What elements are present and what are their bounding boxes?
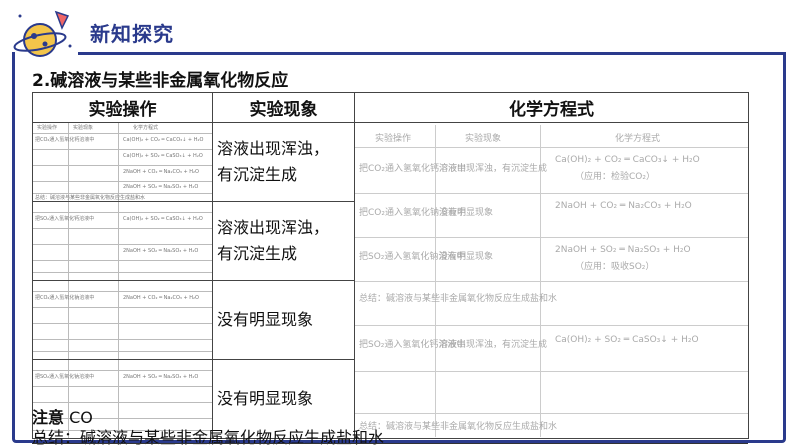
observation-line: 没有明显现象	[217, 310, 314, 329]
eq-thumb-use-1: （应用：检验CO₂）	[575, 171, 655, 182]
planet-rocket-icon	[13, 10, 72, 57]
thumb-eq-1: Ca(OH)₂ + CO₂ ═ CaCO₃↓ + H₂O	[123, 137, 204, 143]
eq-thumb-obs-2: 溶液出现浑浊，有沉淀生成	[439, 339, 548, 350]
header-divider	[78, 52, 783, 55]
eq-thumb-summary: 总结：碱溶液与某些非金属氧化物反应生成盐和水	[359, 293, 558, 304]
table-header-row: 实验操作 实验现象 化学方程式	[32, 92, 749, 123]
observation-line: 有沉淀生成	[217, 244, 298, 263]
thumb-eq-4: 2NaOH + SO₂ ═ Na₂SO₃ + H₂O	[123, 184, 199, 190]
eq-thumb-eq-3: 2NaOH + CO₂ ═ Na₂CO₃ + H₂O	[555, 200, 692, 211]
summary-underline	[32, 443, 748, 444]
thumb-eq-2: Ca(OH)₂ + SO₂ ═ CaSO₃↓ + H₂O	[123, 153, 203, 159]
eq-thumb-obs-4: 没有明显现象	[439, 251, 494, 262]
operation-thumbnail-cell: 把CO₂通入氢氧化钠溶液中 2NaOH + CO₂ ═ Na₂CO₃ + H₂O	[32, 280, 213, 360]
header-observation: 实验现象	[212, 92, 355, 123]
thumb-eq-4: 2NaOH + SO₂ ═ Na₂SO₃ + H₂O	[123, 248, 199, 254]
thumb-eq-3: 2NaOH + CO₂ ═ Na₂CO₃ + H₂O	[123, 169, 199, 175]
thumb-eq-2: Ca(OH)₂ + SO₂ ═ CaSO₃↓ + H₂O	[123, 216, 203, 222]
observation-line: 没有明显现象	[217, 389, 314, 408]
reaction-table: 实验操作 实验现象 化学方程式 实验操作 实验现象 化学方程式 把CO₂通入氢氧…	[32, 92, 749, 439]
eq-thumb-eq-4: 2NaOH + SO₂ ═ Na₂SO₃ + H₂O	[555, 244, 691, 255]
thumbnail-table: 把SO₂通入氢氧化钙溶液中 Ca(OH)₂ + SO₂ ═ CaSO₃↓ + H…	[33, 202, 212, 280]
thumb-op-3: 把CO₂通入氢氧化钠溶液中	[35, 295, 95, 301]
eq-thumb-eq-1: Ca(OH)₂ + CO₂ ═ CaCO₃↓ + H₂O	[555, 154, 700, 165]
eq-thumb-eq-2: Ca(OH)₂ + SO₂ ═ CaSO₃↓ + H₂O	[555, 334, 699, 345]
eq-thumb-summary-2: 总结：碱溶液与某些非金属氧化物反应生成盐和水	[359, 421, 558, 432]
operation-thumbnail-cell: 实验操作 实验现象 化学方程式 把CO₂通入氢氧化钙溶液中 Ca(OH)₂ + …	[32, 122, 213, 202]
observation-line: 有沉淀生成	[217, 165, 298, 184]
operation-thumbnail-cell: 把SO₂通入氢氧化钙溶液中 Ca(OH)₂ + SO₂ ═ CaSO₃↓ + H…	[32, 201, 213, 281]
eq-thumb-header-eq: 化学方程式	[615, 133, 661, 144]
table-row: 实验操作 实验现象 化学方程式 把CO₂通入氢氧化钙溶液中 Ca(OH)₂ + …	[32, 122, 749, 439]
observation-cell: 溶液出现浑浊， 有沉淀生成	[212, 122, 355, 202]
thumb-op-2: 把SO₂通入氢氧化钙溶液中	[35, 216, 95, 222]
thumb-header-equation: 化学方程式	[133, 125, 159, 131]
observation-cell: 没有明显现象	[212, 280, 355, 360]
section-title: 2.碱溶液与某些非金属氧化物反应	[32, 71, 289, 91]
eq-thumb-obs-3: 没有明显现象	[439, 207, 494, 218]
observation-cell: 溶液出现浑浊， 有沉淀生成	[212, 201, 355, 281]
eq-thumb-obs-1: 溶液出现浑浊，有沉淀生成	[439, 163, 548, 174]
thumb-header-operation: 实验操作	[37, 125, 58, 131]
thumb-op-4: 把SO₂通入氢氧化钠溶液中	[35, 374, 95, 380]
observation-line: 溶液出现浑浊，	[217, 218, 330, 237]
thumbnail-table: 把CO₂通入氢氧化钠溶液中 2NaOH + CO₂ ═ Na₂CO₃ + H₂O	[33, 281, 212, 359]
header-equation: 化学方程式	[354, 92, 749, 123]
eq-thumb-header-obs: 实验现象	[465, 133, 502, 144]
observation-line: 溶液出现浑浊，	[217, 139, 330, 158]
equation-thumbnail-cell: 实验操作 实验现象 化学方程式 把CO₂通入氢氧化钙溶液中 溶液出现浑浊，有沉淀…	[354, 122, 749, 439]
eq-thumb-use-2: （应用：吸收SO₂）	[575, 261, 655, 272]
thumb-eq-4: 2NaOH + SO₂ ═ Na₂SO₃ + H₂O	[123, 374, 199, 380]
header-operation: 实验操作	[32, 92, 213, 123]
eq-thumb-header-op: 实验操作	[375, 133, 412, 144]
equation-thumbnail-table: 实验操作 实验现象 化学方程式 把CO₂通入氢氧化钙溶液中 溶液出现浑浊，有沉淀…	[355, 124, 748, 437]
thumb-eq-3: 2NaOH + CO₂ ═ Na₂CO₃ + H₂O	[123, 295, 199, 301]
thumb-summary: 总结：碱溶液与某些非金属氧化物反应生成盐和水	[35, 195, 146, 201]
thumb-op-1: 把CO₂通入氢氧化钙溶液中	[35, 137, 95, 143]
header-title: 新知探究	[90, 22, 174, 46]
thumb-header-observation: 实验现象	[73, 125, 94, 131]
thumbnail-table: 实验操作 实验现象 化学方程式 把CO₂通入氢氧化钙溶液中 Ca(OH)₂ + …	[33, 123, 212, 201]
